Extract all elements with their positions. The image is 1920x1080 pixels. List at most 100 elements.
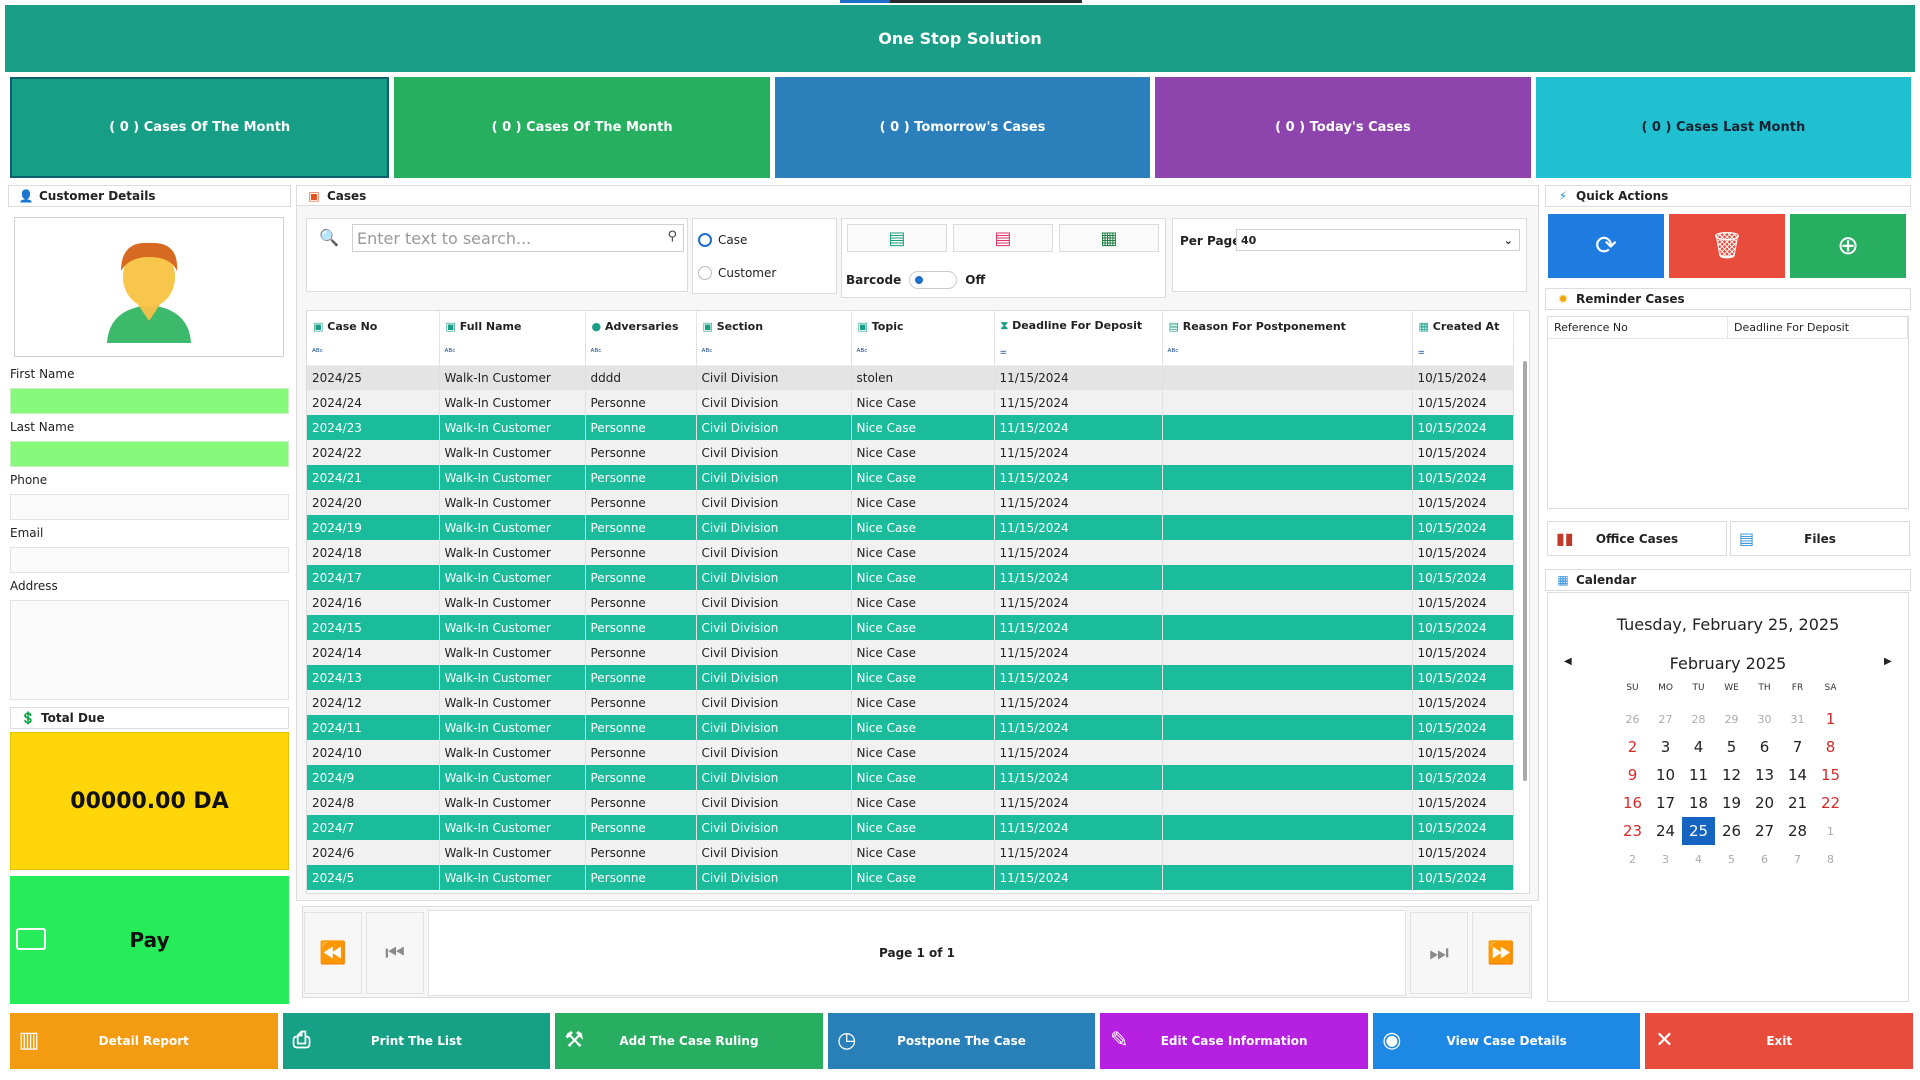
radio-case[interactable]: Case	[698, 233, 747, 247]
calendar-day[interactable]: 7	[1781, 733, 1814, 761]
calendar-day[interactable]: 10	[1649, 761, 1682, 789]
calendar-day[interactable]: 1	[1814, 817, 1847, 845]
stat-card-last-month[interactable]: ( 0 ) Cases Last Month	[1535, 77, 1912, 178]
table-row[interactable]: 2024/6 Walk-In Customer Personne Civil Divi…	[307, 840, 1514, 865]
calendar-day[interactable]: 16	[1616, 789, 1649, 817]
calendar-day[interactable]: 6	[1748, 845, 1781, 873]
action-edit-case-information-button[interactable]: ✎ Edit Case Information	[1100, 1013, 1368, 1069]
calendar-day[interactable]: 1	[1814, 705, 1847, 733]
table-row[interactable]: 2024/12 Walk-In Customer Personne Civil Div…	[307, 690, 1514, 715]
calendar-day[interactable]: 18	[1682, 789, 1715, 817]
calendar-day[interactable]: 4	[1682, 845, 1715, 873]
table-row[interactable]: 2024/14 Walk-In Customer Personne Civil Div…	[307, 640, 1514, 665]
calendar-day[interactable]: 7	[1781, 845, 1814, 873]
col-case-no[interactable]: ▣ Case No	[307, 311, 440, 341]
filter-cell[interactable]: ᴬᴮᶜ	[851, 341, 995, 366]
files-button[interactable]: ▤ Files	[1730, 521, 1910, 556]
col-topic[interactable]: ▣ Topic	[851, 311, 995, 341]
calendar-day[interactable]: 5	[1715, 733, 1748, 761]
calendar-day[interactable]: 27	[1649, 705, 1682, 733]
calendar-day[interactable]: 6	[1748, 733, 1781, 761]
calendar-day[interactable]: 9	[1616, 761, 1649, 789]
calendar-day[interactable]: 3	[1649, 845, 1682, 873]
calendar-day[interactable]: 17	[1649, 789, 1682, 817]
col-adversaries[interactable]: ● Adversaries	[585, 311, 697, 341]
table-row[interactable]: 2024/22 Walk-In Customer Personne Civil Div…	[307, 440, 1514, 465]
calendar-day[interactable]: 3	[1649, 733, 1682, 761]
export-excel-button[interactable]: ▦	[1059, 224, 1159, 252]
barcode-toggle[interactable]	[909, 271, 958, 289]
filter-cell[interactable]: ᴬᴮᶜ	[1162, 341, 1413, 366]
filter-cell[interactable]: ᴬᴮᶜ	[439, 341, 586, 366]
per-page-select[interactable]: 40 ⌄	[1236, 229, 1520, 251]
add-button[interactable]: ⊕	[1790, 214, 1906, 278]
col-deadline-deposit[interactable]: Deadline For Deposit	[1728, 317, 1908, 338]
col-deadline[interactable]: ⧗ Deadline For Deposit	[994, 311, 1163, 341]
table-row[interactable]: 2024/7 Walk-In Customer Personne Civil Divi…	[307, 815, 1514, 840]
action-detail-report-button[interactable]: ▥ Detail Report	[10, 1013, 278, 1069]
calendar-day[interactable]: 31	[1781, 705, 1814, 733]
first-name-field[interactable]	[10, 388, 289, 414]
col-reason[interactable]: ▤ Reason For Postponement	[1162, 311, 1413, 341]
calendar-day[interactable]: 5	[1715, 845, 1748, 873]
filter-cell[interactable]: =	[994, 341, 1163, 366]
action-exit-button[interactable]: ✕ Exit	[1645, 1013, 1914, 1069]
table-row[interactable]: 2024/25 Walk-In Customer dddd Civil Divisio…	[307, 365, 1514, 390]
calendar-day[interactable]: 8	[1814, 733, 1847, 761]
table-scrollbar[interactable]	[1523, 361, 1527, 781]
calendar-day[interactable]: 23	[1616, 817, 1649, 845]
office-cases-button[interactable]: ▮▮ Office Cases	[1547, 521, 1727, 556]
table-row[interactable]: 2024/24 Walk-In Customer Personne Civil Div…	[307, 390, 1514, 415]
calendar-day[interactable]: 14	[1781, 761, 1814, 789]
calendar-day[interactable]: 22	[1814, 789, 1847, 817]
search-input[interactable]: Enter text to search... ⚲	[352, 224, 684, 252]
calendar-day[interactable]: 15	[1814, 761, 1847, 789]
last-page-button[interactable]: ⏩	[1472, 912, 1530, 994]
table-row[interactable]: 2024/11 Walk-In Customer Personne Civil Div…	[307, 715, 1514, 740]
col-full-name[interactable]: ▣ Full Name	[439, 311, 586, 341]
calendar-day[interactable]: 26	[1616, 705, 1649, 733]
stat-card-tomorrow[interactable]: ( 0 ) Tomorrow's Cases	[774, 77, 1151, 178]
phone-field[interactable]	[10, 494, 289, 520]
next-page-button[interactable]: ⏭	[1410, 912, 1468, 994]
action-print-the-list-button[interactable]: ⎙ Print The List	[282, 1013, 551, 1069]
calendar-day[interactable]: 13	[1748, 761, 1781, 789]
col-created-at[interactable]: ▦ Created At	[1412, 311, 1514, 341]
calendar-day[interactable]: 30	[1748, 705, 1781, 733]
calendar-day[interactable]: 8	[1814, 845, 1847, 873]
calendar-day[interactable]: 4	[1682, 733, 1715, 761]
col-section[interactable]: ▣ Section	[696, 311, 852, 341]
table-row[interactable]: 2024/17 Walk-In Customer Personne Civil Div…	[307, 565, 1514, 590]
prev-page-button[interactable]: ⏮	[366, 912, 424, 994]
table-row[interactable]: 2024/8 Walk-In Customer Personne Civil Divi…	[307, 790, 1514, 815]
stat-card-month[interactable]: ( 0 ) Cases Of The Month	[10, 77, 390, 178]
table-row[interactable]: 2024/21 Walk-In Customer Personne Civil Div…	[307, 465, 1514, 490]
calendar-day[interactable]: 28	[1682, 705, 1715, 733]
calendar-day[interactable]: 2	[1616, 845, 1649, 873]
calendar-day[interactable]: 27	[1748, 817, 1781, 845]
calendar-day[interactable]: 2	[1616, 733, 1649, 761]
table-row[interactable]: 2024/23 Walk-In Customer Personne Civil Div…	[307, 415, 1514, 440]
table-row[interactable]: 2024/20 Walk-In Customer Personne Civil Div…	[307, 490, 1514, 515]
calendar-day[interactable]: 11	[1682, 761, 1715, 789]
table-row[interactable]: 2024/16 Walk-In Customer Personne Civil Div…	[307, 590, 1514, 615]
filter-cell[interactable]: ᴬᴮᶜ	[307, 341, 440, 366]
calendar-day[interactable]: 20	[1748, 789, 1781, 817]
calendar-day[interactable]: 12	[1715, 761, 1748, 789]
calendar-next-icon[interactable]: ▶	[1884, 656, 1892, 667]
calendar-day[interactable]: 25	[1682, 817, 1715, 845]
table-row[interactable]: 2024/10 Walk-In Customer Personne Civil Div…	[307, 740, 1514, 765]
table-row[interactable]: 2024/15 Walk-In Customer Personne Civil Div…	[307, 615, 1514, 640]
calendar-day[interactable]: 24	[1649, 817, 1682, 845]
calendar-month[interactable]: February 2025	[1547, 654, 1909, 673]
action-postpone-the-case-button[interactable]: ◷ Postpone The Case	[827, 1013, 1096, 1069]
email-field[interactable]	[10, 547, 289, 573]
table-row[interactable]: 2024/13 Walk-In Customer Personne Civil Div…	[307, 665, 1514, 690]
stat-card-month-2[interactable]: ( 0 ) Cases Of The Month	[394, 77, 770, 178]
calendar-day[interactable]: 21	[1781, 789, 1814, 817]
filter-cell[interactable]: ᴬᴮᶜ	[585, 341, 697, 366]
col-reference-no[interactable]: Reference No	[1548, 317, 1728, 338]
table-row[interactable]: 2024/5 Walk-In Customer Personne Civil Divi…	[307, 865, 1514, 890]
calendar-day[interactable]: 29	[1715, 705, 1748, 733]
table-row[interactable]: 2024/18 Walk-In Customer Personne Civil Div…	[307, 540, 1514, 565]
